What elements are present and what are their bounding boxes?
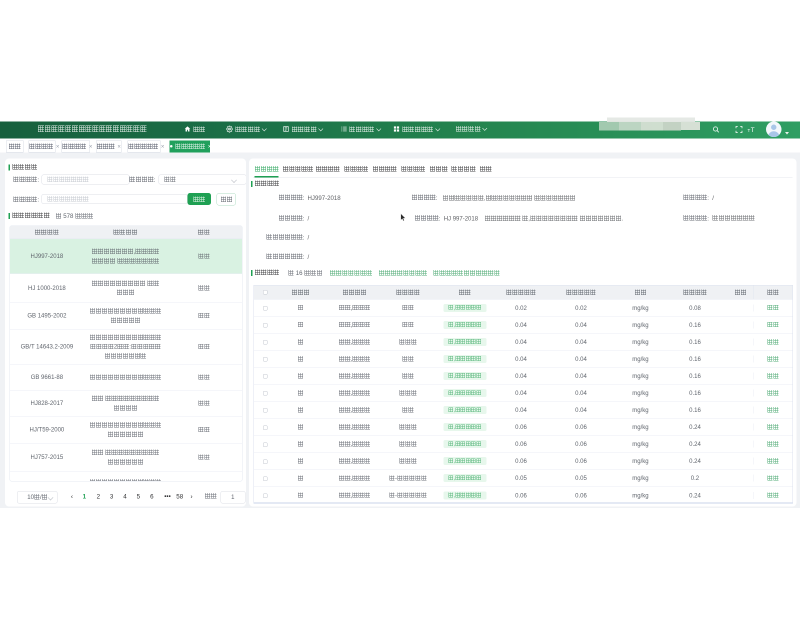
svg-text:T: T bbox=[751, 127, 755, 134]
